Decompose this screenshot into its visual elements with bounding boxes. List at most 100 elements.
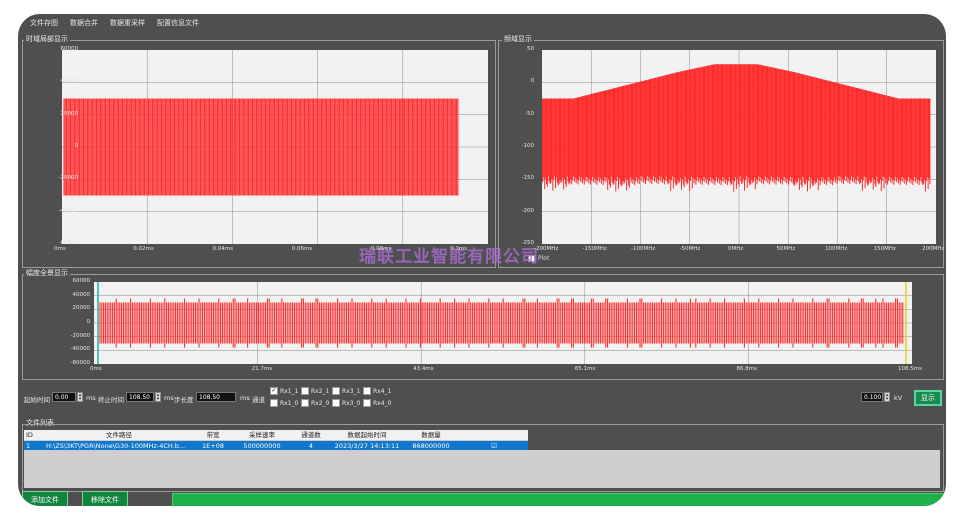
overview-chart xyxy=(94,282,912,364)
x-tick-label: -200MHz xyxy=(534,246,559,252)
checkbox-box[interactable]: ✓ xyxy=(270,387,278,395)
column-header[interactable]: ID xyxy=(24,430,44,440)
app-window: 文件存图 数据合并 数据重采样 配置信息文件 时域局部显示 频域显示 Plot … xyxy=(18,14,946,506)
menu-item-config-file[interactable]: 配置信息文件 xyxy=(157,18,199,32)
column-header[interactable]: 数据起始时间 xyxy=(330,430,402,440)
column-header[interactable]: 采样速率 xyxy=(232,430,290,440)
x-tick-label: 0ms xyxy=(90,366,102,372)
time-domain-chart xyxy=(62,50,488,244)
x-tick-label: 0MHz xyxy=(728,246,744,252)
x-tick-label: 43.4ms xyxy=(413,366,434,372)
stop-time-unit: ms xyxy=(164,394,174,402)
y-tick-label: -100 xyxy=(521,143,534,149)
column-header[interactable]: 数据量 xyxy=(402,430,458,440)
channel-checkbox-rx3_0[interactable]: Rx3_0 xyxy=(332,399,360,407)
start-time-label: 起始时间 xyxy=(24,396,50,404)
start-time-spinner[interactable]: ▴ ▾ xyxy=(77,392,83,402)
y-tick-label: 40000 xyxy=(60,78,79,85)
x-tick-label: 200MHz xyxy=(922,246,945,252)
y-tick-label: 20000 xyxy=(60,110,79,117)
time-domain-title: 时域局部显示 xyxy=(24,34,70,44)
x-tick-label: 0.04ms xyxy=(212,246,233,252)
y-tick-label: 0 xyxy=(74,143,79,149)
overview-title: 幅度全景显示 xyxy=(24,268,70,278)
time-domain-plot xyxy=(62,50,488,244)
checkbox-label: Rx3_0 xyxy=(342,399,361,407)
y-tick-label: 60000 xyxy=(72,278,91,284)
checkbox-label: Rx3_1 xyxy=(342,387,361,395)
checkbox-box[interactable] xyxy=(363,399,371,407)
x-tick-label: 150MHz xyxy=(873,246,896,252)
column-header[interactable]: 带宽 xyxy=(192,430,232,440)
x-tick-label: 86.8ms xyxy=(736,366,757,372)
y-tick-label: -40000 xyxy=(70,346,90,353)
remove-file-button[interactable]: 移除文件 xyxy=(82,491,128,506)
channel-checkbox-rx1_1[interactable]: ✓ Rx1_1 xyxy=(270,387,298,395)
checkbox-box[interactable] xyxy=(270,399,278,407)
x-tick-label: 0.06ms xyxy=(291,246,313,252)
add-file-button[interactable]: 添加文件 xyxy=(22,491,68,506)
x-tick-label: 21.7ms xyxy=(251,366,273,372)
table-header: ID 文件路径 带宽 采样速率 通道数 数据起始时间 数据量 xyxy=(24,430,528,441)
step-input[interactable]: 108.50 xyxy=(196,392,236,402)
overview-plot xyxy=(94,282,912,364)
column-header[interactable]: 通道数 xyxy=(290,430,330,440)
x-tick-label: 0.1ms xyxy=(450,246,468,252)
y-tick-label: 60000 xyxy=(60,46,79,52)
column-header[interactable] xyxy=(458,430,528,440)
x-tick-label: 65.1ms xyxy=(574,366,596,372)
file-table: ID 文件路径 带宽 采样速率 通道数 数据起始时间 数据量 1 H:\ZS\ЗKT\PGR\… xyxy=(24,430,528,451)
stop-time-input[interactable]: 108.50 xyxy=(126,392,154,402)
checkbox-box[interactable] xyxy=(301,399,309,407)
menu-item-resample[interactable]: 数据重采样 xyxy=(110,18,145,32)
file-table-empty-area xyxy=(24,450,940,488)
checkbox-box[interactable] xyxy=(332,399,340,407)
show-button[interactable]: 显示 xyxy=(914,390,942,406)
channel-checkbox-rx1_0[interactable]: Rx1_0 xyxy=(270,399,298,407)
channel-checkbox-rx4_0[interactable]: Rx4_0 xyxy=(363,399,391,407)
x-tick-label: 0.08ms xyxy=(370,246,392,252)
x-tick-label: -100MHz xyxy=(631,246,656,252)
checkbox-box[interactable] xyxy=(363,387,371,395)
y-tick-label: 20000 xyxy=(72,305,91,312)
y-tick-label: -150 xyxy=(521,175,534,182)
checkbox-label: Rx1_1 xyxy=(280,387,299,395)
channel-label: 通道 xyxy=(252,396,265,404)
menu-item-merge-data[interactable]: 数据合并 xyxy=(70,18,98,32)
y-tick-label: -250 xyxy=(521,240,534,246)
x-tick-label: -150MHz xyxy=(582,246,607,252)
checkbox-label: Rx4_0 xyxy=(373,399,392,407)
stop-time-spinner[interactable]: ▴ ▾ xyxy=(155,392,161,402)
freq-domain-plot xyxy=(541,50,936,244)
checkbox-box[interactable] xyxy=(332,387,340,395)
x-tick-label: 100MHz xyxy=(825,246,848,252)
channel-checkbox-rx3_1[interactable]: Rx3_1 xyxy=(332,387,360,395)
checkbox-label: Rx1_0 xyxy=(280,399,299,407)
freq-domain-title: 频域显示 xyxy=(502,34,534,44)
stop-time-label: 终止时间 xyxy=(98,396,124,404)
legend-label: Plot xyxy=(538,255,550,262)
y-tick-label: 0 xyxy=(86,319,91,325)
y-tick-label: -60000 xyxy=(70,360,90,366)
y-tick-label: -40000 xyxy=(58,207,78,214)
step-unit: ms xyxy=(240,394,250,402)
menu-item-save-image[interactable]: 文件存图 xyxy=(30,18,58,32)
checkbox-label: Rx2_1 xyxy=(311,387,330,395)
freq-domain-chart xyxy=(541,50,936,244)
kv-spinner[interactable]: ▴ ▾ xyxy=(884,392,890,402)
menu-bar: 文件存图 数据合并 数据重采样 配置信息文件 xyxy=(18,18,199,32)
channel-checkbox-rx2_1[interactable]: Rx2_1 xyxy=(301,387,329,395)
start-time-input[interactable]: 0.00 xyxy=(52,392,76,402)
y-tick-label: 40000 xyxy=(72,291,91,298)
checkbox-box[interactable] xyxy=(301,387,309,395)
kv-input[interactable]: 0.100 xyxy=(861,392,883,402)
column-header[interactable]: 文件路径 xyxy=(44,430,192,440)
y-tick-label: -50 xyxy=(525,110,534,117)
y-tick-label: -20000 xyxy=(58,175,78,182)
step-label: 步长度 xyxy=(174,396,194,404)
channel-checkbox-rx4_1[interactable]: Rx4_1 xyxy=(363,387,391,395)
channel-checkbox-rx2_0[interactable]: Rx2_0 xyxy=(301,399,329,407)
overview-signal xyxy=(99,298,904,348)
start-time-unit: ms xyxy=(86,394,96,402)
checkbox-label: Rx2_0 xyxy=(311,399,330,407)
